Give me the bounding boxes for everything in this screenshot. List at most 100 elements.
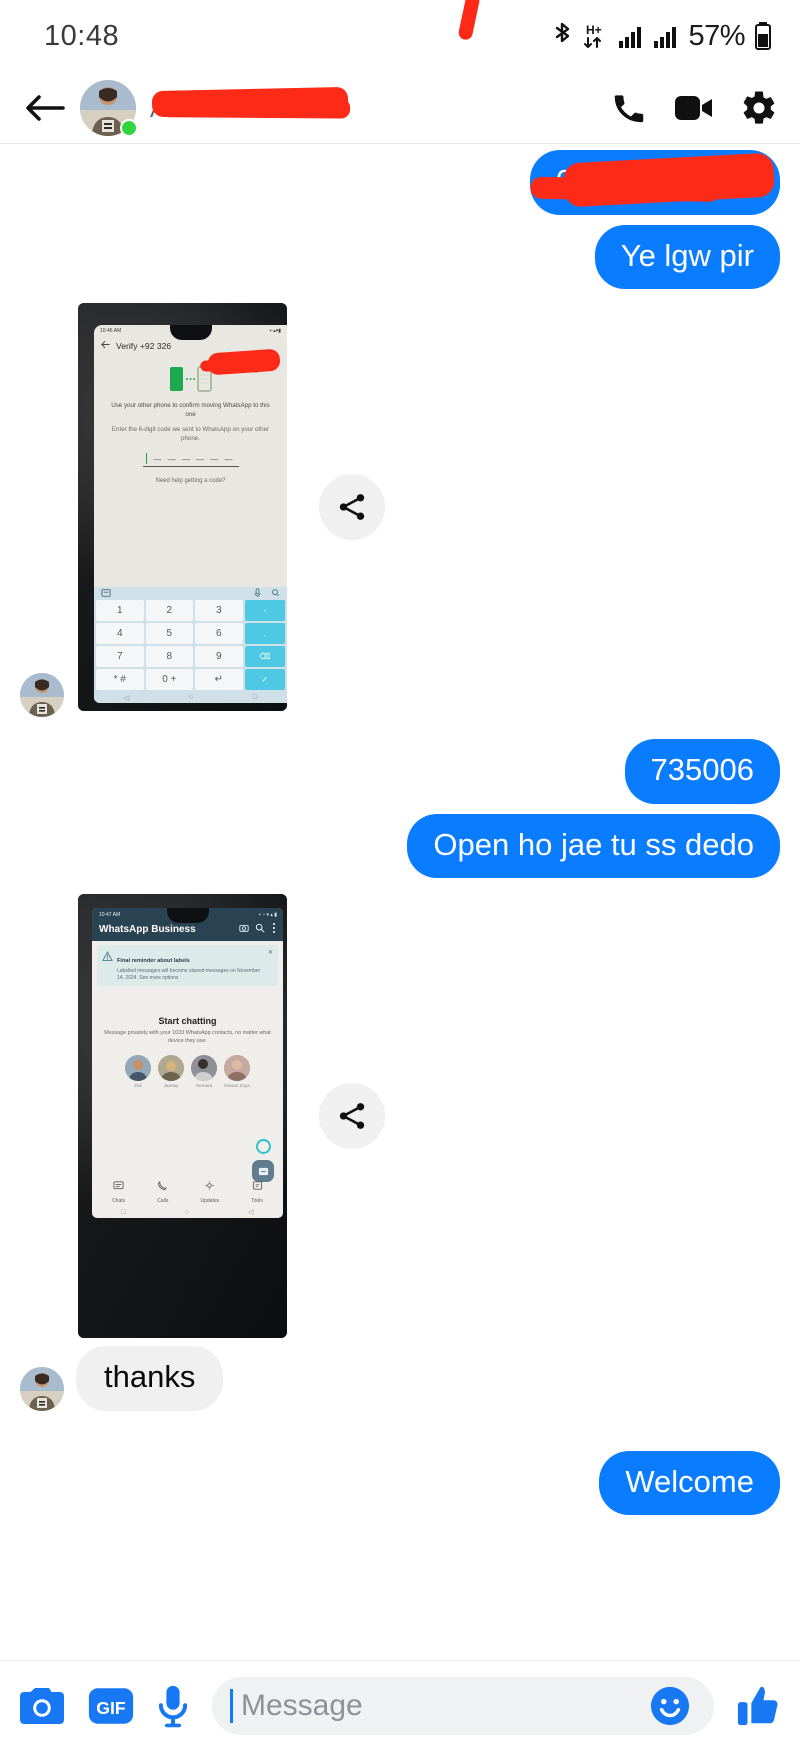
- share-button[interactable]: [319, 474, 385, 541]
- nav-home-icon: ○: [188, 694, 194, 702]
- thumbs-up-icon[interactable]: [736, 1683, 782, 1729]
- keypad-key: 8: [145, 646, 194, 668]
- header-actions: [610, 89, 778, 127]
- microphone-icon[interactable]: [156, 1684, 190, 1728]
- photo-camera-icon: [239, 923, 249, 936]
- phone-notch-icon: [169, 325, 212, 341]
- nav-back-icon: ◁: [123, 694, 130, 702]
- phone-notch-icon: [166, 908, 209, 924]
- photo-empty-body: Message privately with your 1033 WhatsAp…: [104, 1030, 271, 1045]
- photo-contact-name: Hamara: [195, 1082, 213, 1088]
- message-input-field[interactable]: Message: [212, 1676, 714, 1735]
- gif-icon[interactable]: GIF: [88, 1686, 134, 1726]
- message-text: Ye lgw pir: [620, 237, 754, 273]
- photo-contact-item: Zaii: [125, 1054, 151, 1088]
- photo-banner-body: Labelled messages will become starred me…: [117, 968, 261, 982]
- photo-nav-item: Tools: [251, 1178, 263, 1204]
- photo-nav-label: Chats: [112, 1198, 126, 1205]
- photo-contact-avatar: [191, 1054, 217, 1081]
- message-redaction: [562, 152, 776, 208]
- message-text: 735006: [650, 752, 754, 788]
- message-row: Open ho jae tu ss dedo: [20, 813, 780, 879]
- photo-contact-avatar: [158, 1054, 184, 1081]
- message-text: Open ho jae tu ss dedo: [433, 826, 754, 862]
- video-call-icon[interactable]: [674, 92, 714, 124]
- back-button[interactable]: [18, 81, 72, 135]
- photo-instruction-secondary: Enter the 6-digit code we sent to WhatsA…: [111, 426, 270, 443]
- photo-banner: Final reminder about labels Labelled mes…: [97, 945, 278, 987]
- message-row: 0326: [20, 150, 780, 215]
- battery-percent-label: 57%: [688, 19, 745, 52]
- message-row-attachment: 10:46 AM ▪▫▴▾▮ Verify +92 326 Use your o…: [20, 303, 780, 712]
- sender-avatar[interactable]: [20, 1366, 64, 1411]
- photo-nav-item: Calls: [157, 1178, 168, 1204]
- photo-nav-item: Updates: [201, 1178, 219, 1204]
- hplus-data-icon: H+: [583, 21, 609, 51]
- photo-code-caret: [146, 453, 148, 465]
- photo-back-arrow-icon: [101, 340, 110, 351]
- photo-bottom-nav: Chats Calls Updates Tools: [92, 1178, 283, 1204]
- chat-header: Active now: [0, 72, 800, 144]
- message-bubble-incoming[interactable]: thanks: [76, 1346, 224, 1411]
- message-bubble-outgoing[interactable]: Welcome: [599, 1450, 780, 1516]
- warning-triangle-icon: [102, 949, 113, 982]
- photo-app-title-row: WhatsApp Business: [99, 922, 277, 937]
- keypad-action-key: .: [244, 623, 285, 645]
- message-bubble-outgoing[interactable]: Open ho jae tu ss dedo: [407, 813, 780, 879]
- keypad-key: 0 +: [145, 669, 194, 691]
- photo-contact-avatar: [224, 1054, 250, 1081]
- camera-icon[interactable]: [18, 1684, 66, 1728]
- photo-keypad: 1 2 3 - 4 5 6 . 7 8 9 ⌫ * # 0 + ↵ ✓: [94, 600, 287, 692]
- photo-status-time: 10:46 AM: [100, 328, 122, 335]
- status-bar: 10:48 H+ 57%: [0, 0, 800, 72]
- photo-code-placeholder: — — — — — —: [153, 455, 235, 465]
- text-caret: [230, 1688, 233, 1723]
- photo-contact-avatar: [125, 1054, 151, 1081]
- emoji-smiley-icon[interactable]: [648, 1684, 692, 1728]
- redaction-mark-top: [457, 0, 481, 41]
- message-thread[interactable]: 0326 Ye lgw pir 10:46 AM ▪▫▴▾▮: [0, 144, 800, 1660]
- message-composer[interactable]: GIF Message: [0, 1660, 800, 1750]
- message-row: 735006: [20, 739, 780, 804]
- contact-name-redaction: [151, 86, 349, 117]
- keypad-key: 3: [195, 600, 243, 622]
- status-icons: H+ 57%: [552, 20, 772, 53]
- contact-avatar-wrap[interactable]: [80, 79, 138, 137]
- nav-home-icon: ○: [184, 1208, 190, 1216]
- message-text: Welcome: [625, 1463, 754, 1499]
- keypad-key: 2: [145, 600, 194, 622]
- photo-empty-title: Start chatting: [158, 1016, 217, 1027]
- message-row: Welcome: [20, 1450, 780, 1516]
- share-button[interactable]: [319, 1083, 385, 1150]
- photo-status-icons: ▪ ◔ ▾ ▴ ▮: [258, 912, 277, 919]
- message-row: Ye lgw pir: [20, 224, 780, 290]
- photo-status-time: 10:47 AM: [99, 912, 121, 919]
- keypad-key: 7: [96, 646, 144, 668]
- photo-contact-name: Zaii: [134, 1082, 142, 1088]
- keypad-action-key: -: [244, 600, 285, 622]
- photo-search-icon: [255, 923, 265, 936]
- message-bubble-outgoing[interactable]: 735006: [624, 739, 780, 804]
- message-text: thanks: [104, 1359, 196, 1395]
- audio-call-icon[interactable]: [610, 89, 648, 127]
- keypad-backspace-key: ⌫: [244, 646, 285, 668]
- photo-attachment[interactable]: 10:46 AM ▪▫▴▾▮ Verify +92 326 Use your o…: [78, 303, 287, 712]
- header-text-block[interactable]: Active now: [150, 86, 610, 123]
- settings-gear-icon[interactable]: [740, 89, 778, 127]
- photo-attachment[interactable]: 10:47 AM ▪ ◔ ▾ ▴ ▮ WhatsApp Business Fin…: [78, 894, 287, 1339]
- message-bubble-outgoing[interactable]: Ye lgw pir: [594, 224, 780, 290]
- nav-recents-icon: □: [121, 1208, 126, 1216]
- photo-contact-item: Nawaz Zoya: [224, 1054, 250, 1088]
- sender-avatar[interactable]: [20, 673, 64, 718]
- battery-icon: [754, 21, 772, 51]
- message-row-attachment: 10:47 AM ▪ ◔ ▾ ▴ ▮ WhatsApp Business Fin…: [20, 894, 780, 1339]
- bluetooth-icon: [552, 21, 574, 51]
- photo-contact-name: Nawaz Zoya: [224, 1082, 250, 1088]
- signal-bars-icon-1: [618, 23, 644, 49]
- keypad-enter-key: ↵: [195, 669, 243, 691]
- photo-contact-name: Jaanay: [163, 1082, 179, 1088]
- nav-recents-icon: □: [252, 694, 258, 702]
- photo-contact-item: Hamara: [191, 1054, 217, 1088]
- message-bubble-outgoing[interactable]: 0326: [530, 150, 780, 215]
- photo-nav-item: Chats: [112, 1178, 125, 1204]
